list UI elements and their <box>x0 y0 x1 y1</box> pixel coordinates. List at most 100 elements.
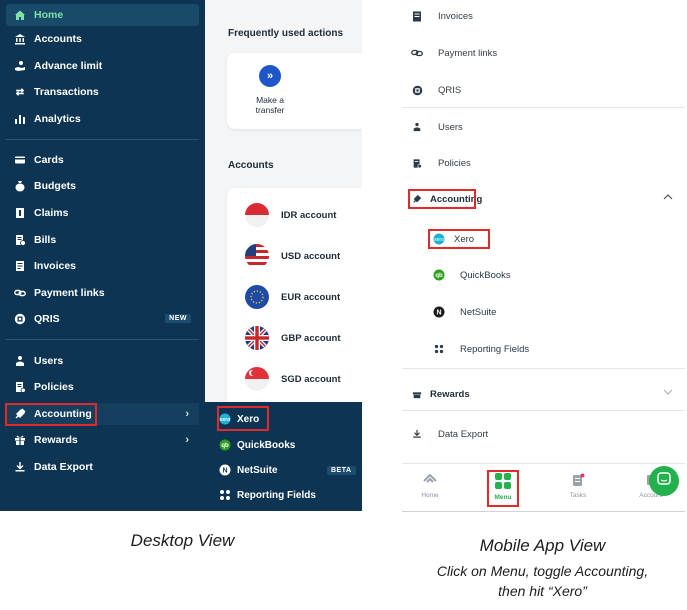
sidebar-item-policies[interactable]: Policies <box>6 376 199 398</box>
mobile-app-view: Invoices Payment links QRIS Users Polici… <box>402 0 687 512</box>
mobile-item-payment-links[interactable]: Payment links <box>410 43 497 63</box>
plug-icon <box>410 194 424 204</box>
policy-icon <box>14 381 26 393</box>
sidebar-item-advance-limit[interactable]: Advance limit <box>6 55 199 77</box>
make-transfer-card[interactable]: » Make a transfer <box>227 53 362 129</box>
svg-text:qb: qb <box>221 443 229 449</box>
users-icon <box>14 355 26 367</box>
sidebar-divider <box>6 339 199 340</box>
chevron-right-icon: › <box>185 434 189 446</box>
make-transfer-label: Make a transfer <box>255 95 285 115</box>
hand-coin-icon <box>14 60 26 72</box>
policy-icon <box>410 158 424 169</box>
download-icon <box>14 461 26 473</box>
eu-flag-icon <box>245 285 269 309</box>
tab-menu[interactable]: Menu <box>478 472 528 501</box>
sidebar-item-accounts[interactable]: Accounts <box>6 28 199 50</box>
chevron-down-icon[interactable] <box>663 388 673 399</box>
mobile-subitem-quickbooks[interactable]: qb QuickBooks <box>432 265 511 285</box>
svg-text:xero: xero <box>220 417 231 423</box>
sidebar-item-accounting[interactable]: Accounting › <box>6 403 199 425</box>
xero-icon: xero <box>219 413 231 425</box>
mobile-item-qris[interactable]: QRIS <box>410 80 461 100</box>
mobile-subitem-reporting-fields[interactable]: Reporting Fields <box>432 339 529 359</box>
chat-bubble-icon <box>657 471 671 491</box>
gift-icon <box>14 434 26 446</box>
sidebar-item-home[interactable]: Home <box>6 4 199 26</box>
svg-text:N: N <box>436 310 441 317</box>
bar-chart-icon <box>14 113 26 125</box>
sidebar-item-qris[interactable]: QRIS NEW <box>6 308 199 330</box>
xero-icon: xero <box>432 233 446 245</box>
account-row-eur[interactable]: EUR account <box>245 284 340 310</box>
mobile-item-rewards[interactable]: Rewards <box>410 384 470 404</box>
users-icon <box>410 122 424 132</box>
submenu-item-xero[interactable]: xero Xero <box>219 410 259 428</box>
sidebar-item-budgets[interactable]: Budgets <box>6 175 199 197</box>
mobile-instructions-line2: then hit “Xero” <box>498 583 587 599</box>
submenu-item-reporting-fields[interactable]: Reporting Fields <box>219 486 316 504</box>
svg-text:xero: xero <box>434 237 444 243</box>
account-row-gbp[interactable]: GBP account <box>245 325 340 351</box>
money-bag-icon <box>14 180 26 192</box>
tab-tasks[interactable]: Tasks <box>553 472 603 499</box>
invoice-icon <box>410 11 424 22</box>
mobile-subitem-netsuite[interactable]: N NetSuite <box>432 302 496 322</box>
mobile-item-invoices[interactable]: Invoices <box>410 6 473 26</box>
beta-badge: BETA <box>327 465 356 475</box>
svg-text:qb: qb <box>435 273 443 279</box>
chevron-up-icon[interactable] <box>663 192 673 203</box>
svg-text:N: N <box>222 468 227 475</box>
invoice-icon <box>14 260 26 272</box>
gift-icon <box>410 389 424 399</box>
grid-dots-icon <box>219 489 231 501</box>
sidebar-item-rewards[interactable]: Rewards › <box>6 429 199 451</box>
mobile-item-data-export[interactable]: Data Export <box>410 424 488 444</box>
sidebar-item-analytics[interactable]: Analytics <box>6 108 199 130</box>
sidebar-item-users[interactable]: Users <box>6 350 199 372</box>
sidebar-item-invoices[interactable]: Invoices <box>6 255 199 277</box>
submenu-item-netsuite[interactable]: N NetSuite BETA <box>219 461 356 479</box>
new-badge: NEW <box>165 314 191 323</box>
accounts-list: IDR account USD account EUR account GBP … <box>227 188 362 402</box>
mobile-item-users[interactable]: Users <box>410 117 463 137</box>
menu-grid-icon <box>494 472 512 490</box>
sidebar-item-bills[interactable]: Bills <box>6 229 199 251</box>
qris-icon <box>410 85 424 96</box>
sidebar-divider <box>6 139 199 140</box>
accounts-title: Accounts <box>228 160 274 171</box>
plug-icon <box>14 408 26 420</box>
mobile-view-caption: Mobile App View <box>479 536 606 555</box>
netsuite-icon: N <box>432 306 446 318</box>
link-icon <box>14 287 26 299</box>
receipt-icon <box>14 207 26 219</box>
account-row-sgd[interactable]: SGD account <box>245 366 341 392</box>
sidebar-item-claims[interactable]: Claims <box>6 202 199 224</box>
frequent-actions-title: Frequently used actions <box>228 28 344 39</box>
home-icon <box>422 472 438 488</box>
swap-arrows-icon: ⇄ <box>15 86 25 98</box>
desktop-main-panel: Frequently used actions » Make a transfe… <box>205 0 362 402</box>
link-icon <box>410 48 424 58</box>
desktop-sidebar: Home Accounts Advance limit ⇄ Transactio… <box>0 0 205 511</box>
sidebar-item-transactions[interactable]: ⇄ Transactions <box>6 81 199 103</box>
mobile-item-policies[interactable]: Policies <box>410 153 471 173</box>
double-chevron-right-icon: » <box>259 65 281 87</box>
chat-support-button[interactable] <box>649 466 679 496</box>
mobile-subitem-xero[interactable]: xero Xero <box>432 229 474 249</box>
sidebar-item-cards[interactable]: Cards <box>6 149 199 171</box>
sidebar-item-data-export[interactable]: Data Export <box>6 456 199 478</box>
account-row-usd[interactable]: USD account <box>245 243 340 269</box>
quickbooks-icon: qb <box>219 439 231 451</box>
mobile-divider <box>402 368 685 369</box>
indonesia-flag-icon <box>245 203 269 227</box>
quickbooks-icon: qb <box>432 269 446 281</box>
submenu-item-quickbooks[interactable]: qb QuickBooks <box>219 436 295 454</box>
sidebar-item-payment-links[interactable]: Payment links <box>6 282 199 304</box>
mobile-item-accounting[interactable]: Accounting <box>410 189 482 209</box>
account-row-idr[interactable]: IDR account <box>245 202 336 228</box>
download-icon <box>410 429 424 439</box>
usa-flag-icon <box>245 244 269 268</box>
mobile-bottom-tab-bar: Home Menu Tasks Account <box>402 463 685 512</box>
tab-home[interactable]: Home <box>405 472 455 499</box>
